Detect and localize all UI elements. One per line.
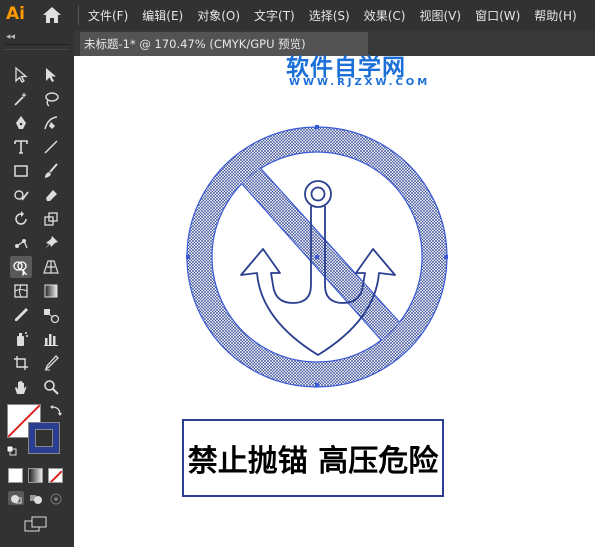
eraser-tool-icon[interactable] — [40, 184, 62, 206]
shaper-tool-icon[interactable] — [10, 184, 32, 206]
gradient-tool-icon[interactable] — [40, 280, 62, 302]
app-logo: Ai — [6, 4, 25, 24]
menu-divider — [78, 5, 79, 25]
draw-normal-icon — [11, 495, 22, 504]
draw-behind-button[interactable] — [28, 491, 44, 505]
curvature-tool-icon[interactable] — [40, 112, 62, 134]
selection-tool-icon[interactable] — [10, 64, 32, 86]
draw-behind-icon — [30, 495, 42, 504]
gradient-mode-button[interactable] — [28, 468, 43, 483]
menu-help[interactable]: 帮助(H) — [534, 7, 584, 24]
draw-normal-button[interactable] — [8, 491, 24, 505]
column-graph-tool-icon[interactable] — [40, 328, 62, 350]
pen-tool-icon[interactable] — [10, 112, 32, 134]
eyedropper-tool-icon[interactable] — [10, 304, 32, 326]
draw-inside-icon — [50, 493, 62, 505]
menu-file[interactable]: 文件(F) — [88, 7, 136, 24]
draw-inside-button[interactable] — [48, 491, 64, 505]
banner-text: 禁止抛锚 高压危险 — [187, 444, 439, 479]
direct-selection-tool-icon[interactable] — [40, 64, 62, 86]
menu-select[interactable]: 选择(S) — [309, 7, 358, 24]
menu-type[interactable]: 文字(T) — [254, 7, 303, 24]
none-mode-button[interactable] — [48, 468, 63, 483]
line-segment-tool-icon[interactable] — [40, 136, 62, 158]
paintbrush-tool-icon[interactable] — [40, 160, 62, 182]
home-icon[interactable] — [42, 6, 62, 24]
rectangle-tool-icon[interactable] — [10, 160, 32, 182]
rotate-tool-icon[interactable] — [10, 208, 32, 230]
mesh-tool-icon[interactable] — [10, 280, 32, 302]
artboard-tool-icon[interactable] — [10, 352, 32, 374]
hand-tool-icon[interactable] — [10, 376, 32, 398]
menu-items: 文件(F) 编辑(E) 对象(O) 文字(T) 选择(S) 效果(C) 视图(V… — [88, 0, 591, 30]
menu-window[interactable]: 窗口(W) — [475, 7, 528, 24]
blend-tool-icon[interactable] — [40, 304, 62, 326]
warning-banner[interactable]: 禁止抛锚 高压危险 — [182, 419, 444, 497]
magic-wand-tool-icon[interactable] — [10, 88, 32, 110]
type-tool-icon[interactable] — [10, 136, 32, 158]
zoom-tool-icon[interactable] — [40, 376, 62, 398]
screen-mode-icon[interactable] — [24, 516, 48, 532]
menu-object[interactable]: 对象(O) — [197, 7, 248, 24]
menu-view[interactable]: 视图(V) — [419, 7, 469, 24]
color-mode-button[interactable] — [8, 468, 23, 483]
no-anchoring-sign[interactable] — [175, 115, 465, 405]
perspective-grid-tool-icon[interactable] — [40, 256, 62, 278]
panel-grip[interactable] — [4, 44, 70, 50]
symbol-sprayer-tool-icon[interactable] — [10, 328, 32, 350]
swap-fill-stroke-icon[interactable] — [49, 404, 63, 418]
tools-panel: ◂◂ — [0, 30, 75, 547]
scale-tool-icon[interactable] — [40, 208, 62, 230]
watermark-url: WWW.RJZXW.COM — [289, 77, 431, 88]
none-slash-icon — [49, 470, 62, 482]
stroke-swatch[interactable] — [28, 422, 60, 454]
menu-effect[interactable]: 效果(C) — [364, 7, 414, 24]
slice-tool-icon[interactable] — [40, 352, 62, 374]
puppet-warp-tool-icon[interactable] — [10, 232, 32, 254]
default-fill-stroke-icon[interactable] — [6, 445, 18, 457]
lasso-tool-icon[interactable] — [40, 88, 62, 110]
collapse-panel-button[interactable]: ◂◂ — [6, 32, 15, 42]
menu-bar: Ai 文件(F) 编辑(E) 对象(O) 文字(T) 选择(S) 效果(C) 视… — [0, 0, 595, 30]
pin-tool-icon[interactable] — [40, 232, 62, 254]
shape-builder-tool-icon[interactable] — [10, 256, 32, 278]
menu-edit[interactable]: 编辑(E) — [142, 7, 191, 24]
